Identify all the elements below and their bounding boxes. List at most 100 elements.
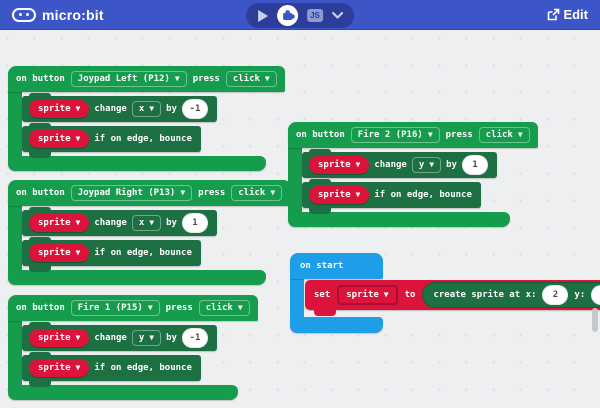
javascript-view-button[interactable]: JS xyxy=(307,9,323,22)
chevron-down-icon: ▼ xyxy=(428,131,433,139)
variable-name: sprite xyxy=(38,134,71,144)
variable-name: sprite xyxy=(38,333,71,343)
sprite-bounce-block[interactable]: sprite ▼ if on edge, bounce xyxy=(22,126,201,152)
event-value: click xyxy=(233,74,260,84)
axis-dropdown[interactable]: y ▼ xyxy=(132,330,161,346)
axis-dropdown[interactable]: y ▼ xyxy=(412,157,441,173)
sprite-bounce-block[interactable]: sprite ▼ if on edge, bounce xyxy=(22,355,201,381)
axis-value: y xyxy=(419,160,424,170)
axis-value: y xyxy=(139,333,144,343)
block-spine xyxy=(8,88,22,160)
block-spine xyxy=(290,275,304,321)
sprite-variable-dropdown[interactable]: sprite ▼ xyxy=(29,130,89,148)
microbit-logo: micro:bit xyxy=(12,7,104,23)
vertical-scrollbar-thumb[interactable] xyxy=(592,308,598,332)
sprite-variable-dropdown[interactable]: sprite ▼ xyxy=(29,100,89,118)
event-value: click xyxy=(206,303,233,313)
on-start-header[interactable]: on start xyxy=(290,253,383,279)
sprite-variable-dropdown[interactable]: sprite ▼ xyxy=(29,329,89,347)
pin-dropdown[interactable]: Fire 1 (P15) ▼ xyxy=(71,300,160,316)
chevron-down-icon: ▼ xyxy=(356,161,361,169)
sprite-change-block[interactable]: sprite ▼ change x ▼ by 1 xyxy=(22,210,217,236)
variable-name: sprite xyxy=(38,363,71,373)
on-button-header[interactable]: on button Fire 2 (P16) ▼ press click ▼ xyxy=(288,122,538,148)
sprite-variable-dropdown[interactable]: sprite ▼ xyxy=(337,285,397,305)
pin-dropdown[interactable]: Joypad Left (P12) ▼ xyxy=(71,71,187,87)
play-button[interactable] xyxy=(257,10,268,22)
event-dropdown[interactable]: click ▼ xyxy=(199,300,250,316)
chevron-down-icon: ▼ xyxy=(76,219,81,227)
create-sprite-block[interactable]: create sprite at x: 2 y: 4 xyxy=(422,282,600,308)
sprite-change-block[interactable]: sprite ▼ change y ▼ by 1 xyxy=(302,152,497,178)
on-button-header[interactable]: on button Fire 1 (P15) ▼ press click ▼ xyxy=(8,295,258,321)
pin-dropdown[interactable]: Fire 2 (P16) ▼ xyxy=(351,127,440,143)
event-dropdown[interactable]: click ▼ xyxy=(226,71,277,87)
variable-name: sprite xyxy=(38,218,71,228)
block-bottom xyxy=(8,385,238,400)
logo-text: micro:bit xyxy=(42,7,104,23)
chevron-down-icon: ▼ xyxy=(270,189,275,197)
variable-name: sprite xyxy=(318,160,351,170)
variable-name: sprite xyxy=(38,248,71,258)
sprite-variable-dropdown[interactable]: sprite ▼ xyxy=(29,214,89,232)
x-value-input[interactable]: 2 xyxy=(542,285,568,305)
chevron-down-icon: ▼ xyxy=(149,334,154,342)
chevron-down-icon: ▼ xyxy=(238,304,243,312)
variable-name: sprite xyxy=(38,104,71,114)
blocks-workspace[interactable]: on button Joypad Left (P12) ▼ press clic… xyxy=(0,30,600,408)
chevron-down-icon: ▼ xyxy=(148,304,153,312)
sprite-bounce-block[interactable]: sprite ▼ if on edge, bounce xyxy=(302,182,481,208)
set-variable-block[interactable]: set sprite ▼ to create sprite at x: 2 y:… xyxy=(305,280,600,310)
chevron-down-icon: ▼ xyxy=(518,131,523,139)
sprite-change-block[interactable]: sprite ▼ change y ▼ by -1 xyxy=(22,325,217,351)
value-input[interactable]: 1 xyxy=(462,155,488,175)
chevron-down-icon: ▼ xyxy=(76,135,81,143)
bounce-label: if on edge, bounce xyxy=(94,248,192,258)
variable-name: sprite xyxy=(318,190,351,200)
simulator-toolbar: JS xyxy=(246,3,354,28)
sprite-change-block[interactable]: sprite ▼ change x ▼ by -1 xyxy=(22,96,217,122)
sprite-bounce-block[interactable]: sprite ▼ if on edge, bounce xyxy=(22,240,201,266)
axis-dropdown[interactable]: x ▼ xyxy=(132,101,161,117)
toolbar-menu-button[interactable] xyxy=(332,12,343,19)
on-button-header[interactable]: on button Joypad Left (P12) ▼ press clic… xyxy=(8,66,285,92)
press-label: press xyxy=(198,188,225,198)
chevron-down-icon: ▼ xyxy=(356,191,361,199)
pin-dropdown[interactable]: Joypad Right (P13) ▼ xyxy=(71,185,192,201)
sprite-variable-dropdown[interactable]: sprite ▼ xyxy=(29,359,89,377)
microbit-face-icon xyxy=(12,8,36,22)
on-button-header[interactable]: on button Joypad Right (P13) ▼ press cli… xyxy=(8,180,290,206)
by-label: by xyxy=(166,104,177,114)
chevron-down-icon: ▼ xyxy=(429,161,434,169)
variable-name: sprite xyxy=(346,290,379,300)
on-button-label: on button xyxy=(16,74,65,84)
axis-dropdown[interactable]: x ▼ xyxy=(132,215,161,231)
chevron-down-icon: ▼ xyxy=(175,75,180,83)
value-input[interactable]: -1 xyxy=(182,99,208,119)
event-dropdown[interactable]: click ▼ xyxy=(479,127,530,143)
change-label: change xyxy=(94,218,127,228)
event-value: click xyxy=(238,188,265,198)
axis-value: x xyxy=(139,218,144,228)
event-dropdown[interactable]: click ▼ xyxy=(231,185,282,201)
block-spine xyxy=(288,144,302,216)
pin-value: Fire 1 (P15) xyxy=(78,303,143,313)
blocks-view-button[interactable] xyxy=(277,5,298,26)
on-button-label: on button xyxy=(296,130,345,140)
y-value-input[interactable]: 4 xyxy=(591,285,600,305)
chevron-down-icon: ▼ xyxy=(76,364,81,372)
edit-button[interactable]: Edit xyxy=(547,7,588,22)
sprite-variable-dropdown[interactable]: sprite ▼ xyxy=(309,186,369,204)
chevron-down-icon xyxy=(332,12,343,19)
block-bottom xyxy=(8,156,266,171)
pin-value: Joypad Right (P13) xyxy=(78,188,176,198)
on-button-label: on button xyxy=(16,188,65,198)
set-label: set xyxy=(314,290,330,300)
sprite-variable-dropdown[interactable]: sprite ▼ xyxy=(29,244,89,262)
value-input[interactable]: -1 xyxy=(182,328,208,348)
value-input[interactable]: 1 xyxy=(182,213,208,233)
block-spine xyxy=(8,317,22,389)
create-sprite-label: create sprite at x: xyxy=(433,290,536,300)
sprite-variable-dropdown[interactable]: sprite ▼ xyxy=(309,156,369,174)
by-label: by xyxy=(166,218,177,228)
